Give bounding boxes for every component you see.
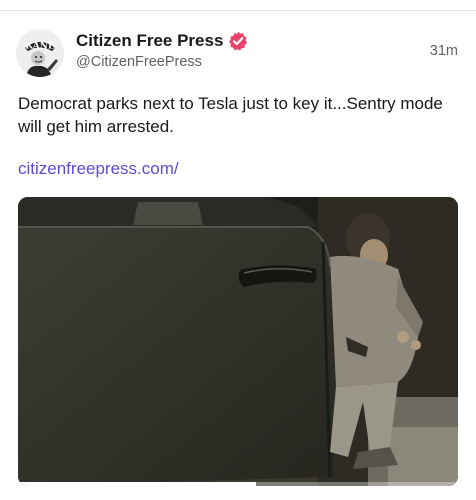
author-name-row: Citizen Free Press xyxy=(76,30,248,52)
author-display-name[interactable]: Citizen Free Press xyxy=(76,31,223,51)
video-progress-fill xyxy=(18,482,256,486)
video-progress-bar[interactable] xyxy=(18,482,458,486)
avatar-lettering: KANE xyxy=(25,42,55,52)
avatar-image: KANE xyxy=(16,29,64,77)
post-link[interactable]: citizenfreepress.com/ xyxy=(18,159,179,179)
author-handle[interactable]: @CitizenFreePress xyxy=(76,54,202,70)
video-thumbnail[interactable] xyxy=(18,197,458,486)
avatar[interactable]: KANE xyxy=(16,29,64,77)
post-card: KANE Citizen Free Press @CitizenFreePres… xyxy=(0,11,476,500)
verified-badge-icon xyxy=(228,31,248,51)
post-timestamp[interactable]: 31m xyxy=(430,43,458,59)
post-text: Democrat parks next to Tesla just to key… xyxy=(18,94,443,136)
video-frame xyxy=(18,197,458,486)
